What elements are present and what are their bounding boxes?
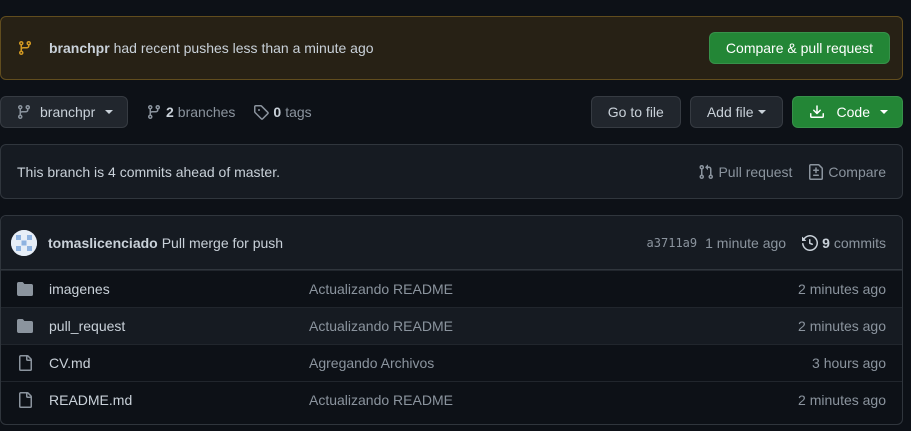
branch-ahead-box: This branch is 4 commits ahead of master…	[0, 144, 903, 199]
add-file-button[interactable]: Add file	[689, 96, 783, 128]
commit-message[interactable]: Pull merge for push	[162, 235, 647, 251]
file-name[interactable]: pull_request	[49, 318, 309, 334]
tags-count: 0	[273, 104, 282, 120]
pull-request-label: Pull request	[718, 163, 793, 180]
file-name[interactable]: imagenes	[49, 281, 309, 297]
git-pull-request-icon	[698, 164, 718, 180]
code-button[interactable]: Code	[791, 96, 903, 128]
avatar[interactable]	[11, 229, 37, 256]
push-message-text: had recent pushes less than a minute ago	[113, 40, 374, 56]
commit-sha[interactable]: a3711a9	[647, 236, 698, 250]
file-list: tomaslicenciado Pull merge for push a371…	[0, 215, 903, 425]
git-branch-icon	[17, 40, 33, 56]
file-row[interactable]: CV.md Agregando Archivos 3 hours ago	[1, 344, 902, 381]
file-icon	[17, 392, 33, 408]
file-commit-message[interactable]: Actualizando README	[309, 318, 798, 334]
tags-link[interactable]: 0 tags	[253, 104, 312, 120]
file-age: 3 hours ago	[812, 355, 886, 371]
branch-select-label: branchpr	[40, 104, 96, 120]
file-commit-message[interactable]: Agregando Archivos	[309, 355, 812, 371]
add-file-label: Add file	[706, 104, 754, 120]
commit-author[interactable]: tomaslicenciado	[48, 235, 158, 251]
commits-count: 9	[822, 234, 830, 251]
folder-icon	[17, 318, 33, 334]
file-row[interactable]: pull_request Actualizando README 2 minut…	[1, 307, 902, 344]
ahead-status-text: This branch is 4 commits ahead of master…	[17, 163, 280, 180]
branches-label: branches	[177, 104, 236, 120]
chevron-down-icon	[757, 110, 766, 114]
compare-link[interactable]: Compare	[808, 163, 886, 180]
file-age: 2 minutes ago	[798, 318, 886, 334]
git-branch-icon	[146, 104, 162, 120]
file-commit-message[interactable]: Actualizando README	[309, 281, 798, 297]
tags-label: tags	[285, 104, 312, 120]
file-commit-message[interactable]: Actualizando README	[309, 392, 798, 408]
git-branch-icon	[16, 104, 32, 120]
commit-time: 1 minute ago	[705, 234, 787, 251]
go-to-file-button[interactable]: Go to file	[590, 96, 681, 128]
pushed-branch-name[interactable]: branchpr	[49, 40, 110, 56]
file-age: 2 minutes ago	[798, 392, 886, 408]
file-row[interactable]: imagenes Actualizando README 2 minutes a…	[1, 270, 902, 307]
chevron-down-icon	[105, 110, 114, 114]
folder-icon	[17, 281, 33, 297]
latest-commit-bar: tomaslicenciado Pull merge for push a371…	[1, 216, 902, 270]
push-message: branchpr had recent pushes less than a m…	[49, 40, 709, 56]
pull-request-link[interactable]: Pull request	[698, 164, 792, 180]
download-icon	[809, 104, 825, 120]
file-age: 2 minutes ago	[798, 281, 886, 297]
tag-icon	[253, 104, 270, 120]
branch-select-button[interactable]: branchpr	[0, 96, 128, 128]
file-name[interactable]: README.md	[49, 392, 309, 408]
compare-label: Compare	[828, 163, 886, 180]
code-label: Code	[836, 104, 870, 120]
recent-push-banner: branchpr had recent pushes less than a m…	[0, 16, 903, 80]
repo-toolbar: branchpr 2 branches 0 tags Go to file Ad…	[0, 96, 903, 128]
history-icon	[802, 234, 819, 251]
commits-label: commits	[833, 234, 886, 251]
file-name[interactable]: CV.md	[49, 355, 309, 371]
chevron-down-icon	[880, 110, 888, 114]
compare-pull-request-button[interactable]: Compare & pull request	[708, 32, 890, 64]
branches-link[interactable]: 2 branches	[146, 104, 235, 120]
commits-history-link[interactable]: 9 commits	[802, 235, 886, 251]
file-diff-icon	[808, 163, 828, 180]
file-icon	[17, 355, 33, 371]
branches-count: 2	[166, 104, 174, 120]
file-row[interactable]: README.md Actualizando README 2 minutes …	[1, 381, 902, 418]
